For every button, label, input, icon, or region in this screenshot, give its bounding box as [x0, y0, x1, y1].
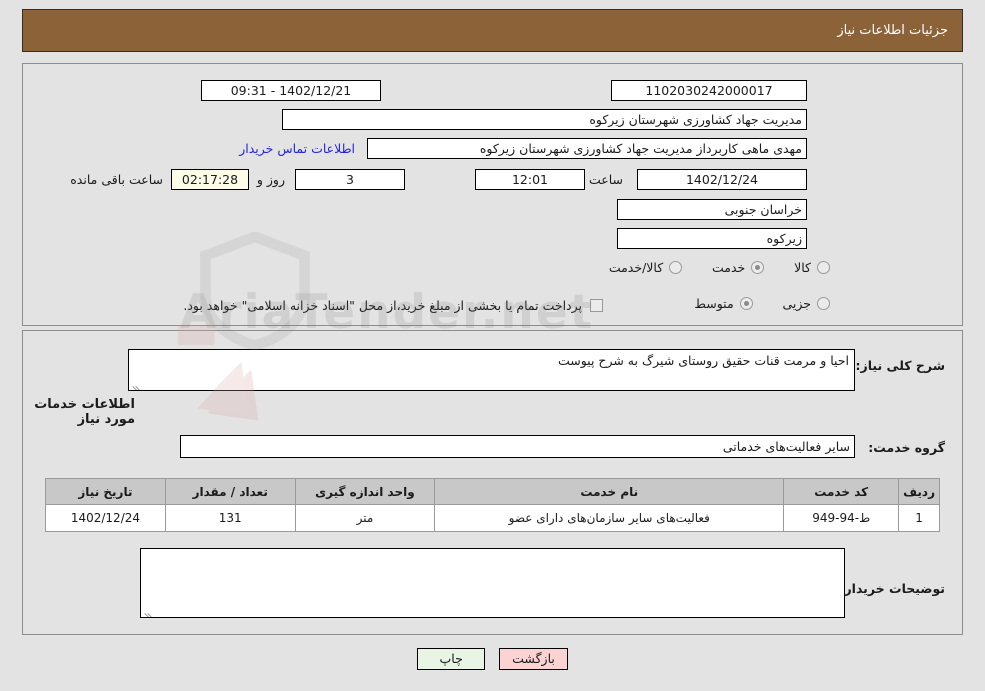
remaining-countdown-value: 02:17:28 [171, 169, 249, 190]
general-desc-label: شرح کلی نیاز: [855, 358, 945, 373]
province-value: خراسان جنوبی [617, 199, 807, 220]
services-section-title: اطلاعات خدمات مورد نیاز [34, 397, 135, 427]
category-options-group: کالا خدمت کالا/خدمت [583, 260, 830, 277]
category-option-khedmat[interactable]: خدمت [712, 260, 765, 275]
cell-unit: متر [294, 504, 436, 532]
general-desc-value: احیا و مرمت قنات حقیق روستای شیرگ به شرح… [557, 353, 849, 368]
col-service-name: نام خدمت [434, 478, 785, 505]
radio-kala-icon[interactable] [817, 261, 830, 274]
print-button[interactable]: چاپ [417, 648, 486, 670]
col-need-date: تاریخ نیاز [45, 478, 166, 505]
cell-quantity: 131 [164, 504, 296, 532]
services-table: ردیف کد خدمت نام خدمت واحد اندازه گیری ت… [45, 478, 940, 532]
buyer-org-value: مدیریت جهاد کشاورزی شهرستان زیرکوه [282, 109, 807, 130]
col-unit: واحد اندازه گیری [294, 478, 436, 505]
city-value: زیرکوه [617, 228, 807, 249]
deadline-time-label: ساعت [588, 172, 623, 187]
service-group-value: سایر فعالیت‌های خدماتی [180, 435, 855, 458]
deadline-date-value: 1402/12/24 [637, 169, 807, 190]
table-header-row: ردیف کد خدمت نام خدمت واحد اندازه گیری ت… [45, 478, 940, 505]
remaining-days-label: روز و [256, 172, 285, 187]
creator-value: مهدی ماهی کاربرداز مدیریت جهاد کشاورزی ش… [367, 138, 807, 159]
process-option-jozii-label: جزیی [782, 296, 811, 311]
treasury-note-label: پرداخت تمام یا بخشی از مبلغ خرید،از محل … [183, 298, 582, 313]
need-info-panel [22, 63, 963, 326]
process-options-group: جزیی متوسط [668, 296, 830, 313]
category-option-kala[interactable]: کالا [794, 260, 830, 275]
resize-grip-icon-notes[interactable] [143, 605, 154, 617]
col-quantity: تعداد / مقدار [164, 478, 296, 505]
checkbox-treasury-icon[interactable] [590, 299, 603, 312]
category-option-kala-label: کالا [794, 260, 811, 275]
cell-need-date: 1402/12/24 [45, 504, 166, 532]
service-group-label: گروه خدمت: [868, 440, 945, 455]
category-option-kala-khedmat-label: کالا/خدمت [608, 260, 664, 275]
cell-service-name: فعالیت‌های سایر سازمان‌های دارای عضو [434, 504, 785, 532]
need-number-value: 1102030242000017 [611, 80, 807, 101]
category-option-khedmat-label: خدمت [712, 260, 746, 275]
announce-datetime-value: 1402/12/21 - 09:31 [201, 80, 381, 101]
resize-grip-icon[interactable] [131, 378, 142, 390]
footer-button-bar: بازگشت چاپ [0, 648, 985, 670]
cell-row-no: 1 [898, 504, 940, 532]
table-row: 1 ط-94-949 فعالیت‌های سایر سازمان‌های دا… [45, 504, 940, 532]
general-desc-textarea[interactable]: احیا و مرمت قنات حقیق روستای شیرگ به شرح… [128, 349, 855, 391]
buyer-contact-link[interactable]: اطلاعات تماس خریدار [239, 141, 355, 156]
page-title: جزئیات اطلاعات نیاز [837, 23, 948, 38]
cell-service-code: ط-94-949 [783, 504, 900, 532]
radio-motevaset-icon[interactable] [739, 297, 753, 310]
category-option-kala-khedmat[interactable]: کالا/خدمت [608, 260, 683, 275]
radio-khedmat-icon[interactable] [751, 261, 765, 274]
process-option-jozii[interactable]: جزیی [782, 296, 830, 311]
deadline-time-value: 12:01 [475, 169, 585, 190]
page-header: جزئیات اطلاعات نیاز [22, 9, 963, 52]
process-option-motevaset[interactable]: متوسط [694, 296, 753, 311]
buyer-notes-label: توضیحات خریدار: [839, 581, 945, 596]
treasury-bond-option[interactable]: پرداخت تمام یا بخشی از مبلغ خرید،از محل … [183, 298, 603, 313]
col-service-code: کد خدمت [783, 478, 900, 505]
remaining-suffix-label: ساعت باقی مانده [70, 172, 163, 187]
col-row-no: ردیف [898, 478, 940, 505]
radio-jozii-icon[interactable] [817, 297, 830, 310]
remaining-days-value: 3 [295, 169, 405, 190]
radio-kala-khedmat-icon[interactable] [669, 261, 683, 274]
process-option-motevaset-label: متوسط [694, 296, 734, 311]
back-button[interactable]: بازگشت [499, 648, 568, 670]
buyer-notes-textarea[interactable] [140, 548, 845, 618]
